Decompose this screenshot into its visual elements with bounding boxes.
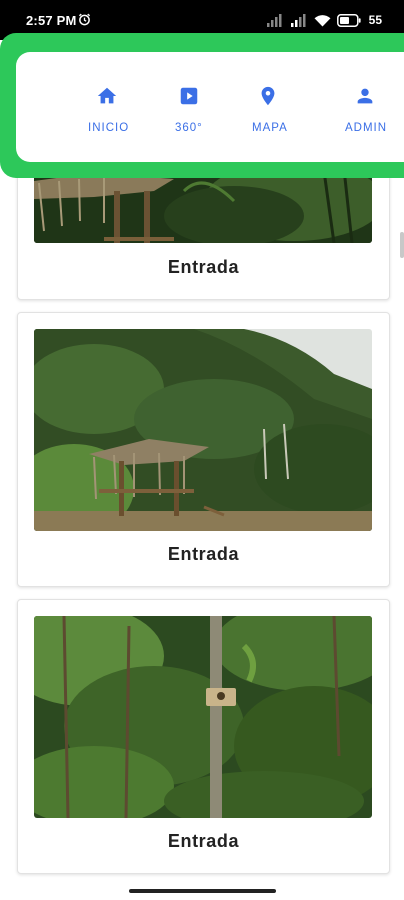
nav-label-mapa: MAPA: [252, 122, 288, 134]
status-icons: 55: [266, 12, 382, 28]
nav-label-360: 360°: [175, 122, 203, 134]
status-time: 2:57 PM: [26, 13, 77, 28]
forest-hut-hillside-photo: [34, 329, 372, 531]
battery-level: 55: [368, 13, 382, 27]
place-photo: [34, 329, 372, 531]
place-photo: [34, 616, 372, 818]
place-title: Entrada: [167, 544, 240, 564]
nav-label-inicio: INICIO: [88, 122, 130, 134]
person-icon: [357, 88, 373, 104]
place-title: Entrada: [167, 257, 240, 277]
home-icon: [97, 87, 117, 104]
signal-icon: [290, 14, 306, 27]
place-card[interactable]: Entrada: [17, 599, 390, 874]
nav-label-admin: ADMIN: [345, 122, 388, 134]
nav-mapa[interactable]: MAPA: [252, 52, 292, 162]
battery-icon: [336, 13, 361, 27]
scrollbar[interactable]: [400, 232, 404, 258]
wifi-icon: [314, 14, 331, 26]
alarm-icon: [78, 13, 91, 26]
nav-inicio[interactable]: INICIO: [88, 52, 130, 162]
signal-icon: [266, 14, 282, 27]
gesture-navigation-bar[interactable]: [129, 889, 276, 893]
place-card[interactable]: Entrada: [17, 312, 390, 587]
play-icon: [180, 87, 198, 105]
location-pin-icon: [261, 86, 275, 106]
bottom-navigation: INICIO 360° MAPA ADMIN: [16, 52, 404, 162]
nav-360[interactable]: 360°: [174, 52, 206, 162]
forest-tree-sign-photo: [34, 616, 372, 818]
nav-admin[interactable]: ADMIN: [344, 52, 390, 162]
place-title: Entrada: [167, 831, 240, 851]
